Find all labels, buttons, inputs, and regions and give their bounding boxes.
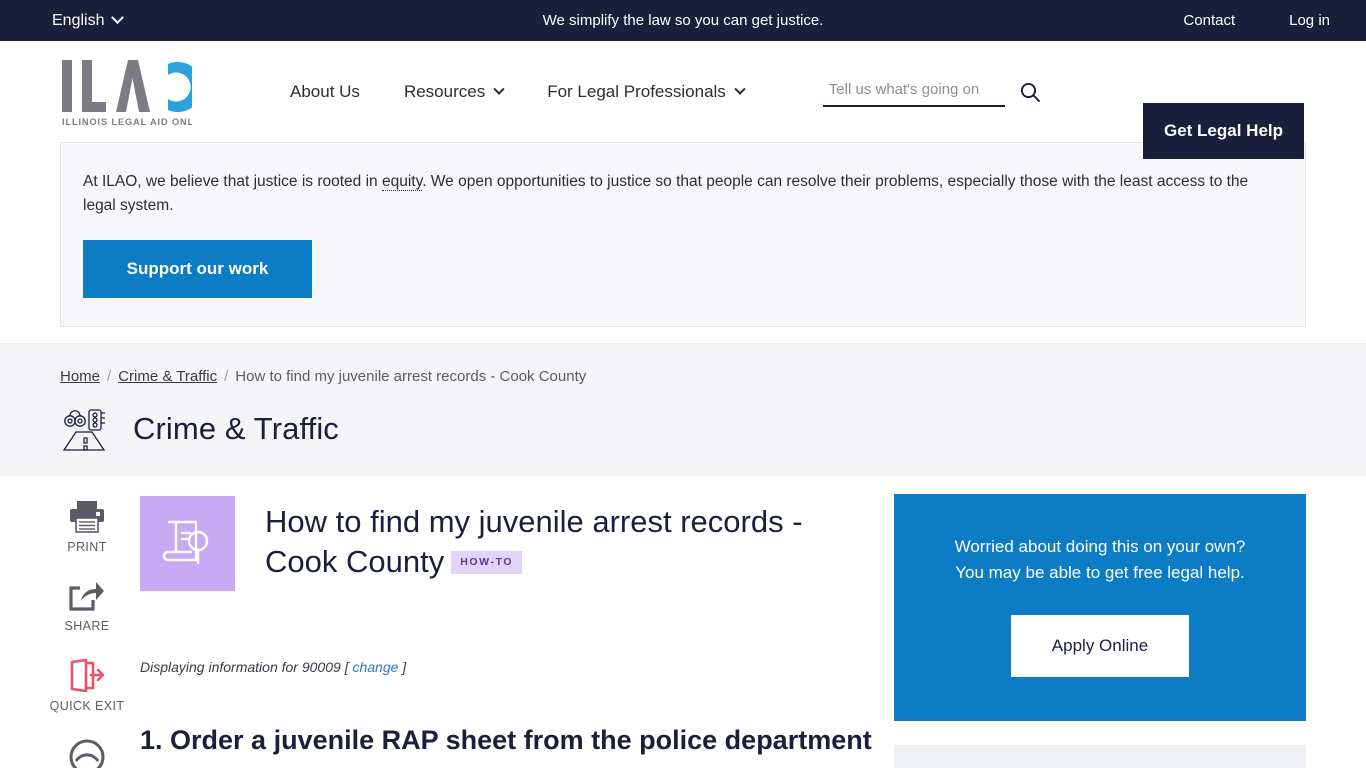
- chevron-down-icon: [493, 83, 505, 95]
- breadcrumb-separator: /: [224, 367, 229, 385]
- main-navigation: About Us Resources For Legal Professiona…: [268, 82, 766, 102]
- breadcrumb-separator: /: [107, 367, 112, 385]
- nav-item-resources[interactable]: Resources: [382, 82, 525, 102]
- article-title-text: How to find my juvenile arrest records -…: [265, 503, 803, 580]
- location-notice: Displaying information for 90009 [ chang…: [140, 659, 872, 675]
- article-title: How to find my juvenile arrest records -…: [265, 496, 872, 583]
- print-action[interactable]: PRINT: [67, 500, 107, 554]
- bracket-open: [: [344, 658, 349, 675]
- promo-banner-wrapper: At ILAO, we believe that justice is root…: [0, 142, 1366, 343]
- page-content: PRINT SHARE QUICK EXIT How to find my ju…: [0, 475, 1366, 768]
- help-card-line1: Worried about doing this on your own?: [954, 536, 1246, 556]
- handcuffs-traffic-light-icon: [62, 409, 106, 451]
- article-section-heading: 1. Order a juvenile RAP sheet from the p…: [140, 724, 872, 755]
- promo-text: At ILAO, we believe that justice is root…: [83, 170, 1273, 218]
- breadcrumb: Home / Crime & Traffic / How to find my …: [60, 368, 1306, 385]
- search-area: [822, 76, 1043, 107]
- contact-link[interactable]: Contact: [1183, 12, 1235, 29]
- ilao-logo-icon: ILLINOIS LEGAL AID ONLINE: [62, 59, 192, 127]
- location-zip: 90009: [301, 658, 341, 675]
- promo-text-before: At ILAO, we believe that justice is root…: [83, 173, 382, 190]
- rail-label: PRINT: [67, 539, 107, 554]
- bracket-close: ]: [402, 658, 407, 675]
- language-label: English: [52, 11, 105, 29]
- svg-text:ILLINOIS LEGAL AID ONLINE: ILLINOIS LEGAL AID ONLINE: [62, 117, 192, 127]
- share-icon: [69, 581, 104, 611]
- book-magnifier-icon: [162, 521, 208, 565]
- article-thumbnail: [140, 495, 235, 591]
- chevron-down-icon: [734, 83, 746, 95]
- action-rail: PRINT SHARE QUICK EXIT: [34, 494, 140, 768]
- nav-label: About Us: [290, 81, 360, 101]
- sidebar-right: Worried about doing this on your own? Yo…: [894, 493, 1306, 768]
- article-type-badge[interactable]: HOW-TO: [451, 551, 523, 574]
- search-icon: [1020, 82, 1040, 102]
- search-button[interactable]: [1017, 79, 1043, 105]
- equity-term[interactable]: equity: [381, 173, 423, 191]
- breadcrumb-category[interactable]: Crime & Traffic: [118, 368, 217, 385]
- promo-banner: At ILAO, we believe that justice is root…: [60, 142, 1306, 327]
- site-tagline: We simplify the law so you can get justi…: [542, 12, 824, 29]
- nav-item-about-us[interactable]: About Us: [268, 82, 382, 102]
- breadcrumb-category-band: Home / Crime & Traffic / How to find my …: [0, 342, 1366, 476]
- search-input[interactable]: [822, 76, 1005, 107]
- article-main: How to find my juvenile arrest records -…: [140, 494, 894, 768]
- legal-help-card: Worried about doing this on your own? Yo…: [894, 493, 1306, 722]
- language-selector[interactable]: English: [52, 11, 125, 30]
- nav-label: For Legal Professionals: [547, 81, 726, 101]
- covid-note-card: Note: Covid-19 is changing many areas of: [894, 745, 1306, 768]
- rail-label: SHARE: [64, 618, 110, 633]
- article-header: How to find my juvenile arrest records -…: [140, 495, 872, 591]
- share-action[interactable]: SHARE: [64, 580, 109, 633]
- printer-icon: [70, 500, 104, 533]
- accessibility-action[interactable]: [69, 739, 105, 768]
- change-location-link[interactable]: change: [352, 659, 398, 675]
- breadcrumb-current: How to find my juvenile arrest records -…: [235, 367, 587, 385]
- location-prefix: Displaying information for: [140, 658, 298, 675]
- login-link[interactable]: Log in: [1289, 12, 1330, 29]
- category-header: Crime & Traffic: [60, 404, 1306, 454]
- site-header: ILLINOIS LEGAL AID ONLINE About Us Resou…: [0, 41, 1366, 159]
- support-our-work-button[interactable]: Support our work: [83, 239, 312, 298]
- exit-door-icon: [70, 658, 105, 692]
- accessibility-icon: [69, 739, 105, 768]
- chevron-down-icon: [111, 11, 125, 25]
- breadcrumb-home[interactable]: Home: [60, 368, 100, 385]
- rail-label: QUICK EXIT: [49, 698, 125, 713]
- apply-online-button[interactable]: Apply Online: [1011, 615, 1189, 678]
- help-card-line2: You may be able to get free legal help.: [955, 562, 1245, 582]
- nav-label: Resources: [403, 81, 486, 101]
- quick-exit-action[interactable]: QUICK EXIT: [49, 658, 125, 713]
- page-title: Crime & Traffic: [133, 410, 339, 446]
- site-logo[interactable]: ILLINOIS LEGAL AID ONLINE: [60, 56, 192, 128]
- nav-item-for-legal-professionals[interactable]: For Legal Professionals: [525, 82, 766, 102]
- top-utility-bar: English We simplify the law so you can g…: [0, 0, 1366, 41]
- top-links: Contact Log in: [1183, 12, 1330, 29]
- get-legal-help-button[interactable]: Get Legal Help: [1143, 103, 1304, 159]
